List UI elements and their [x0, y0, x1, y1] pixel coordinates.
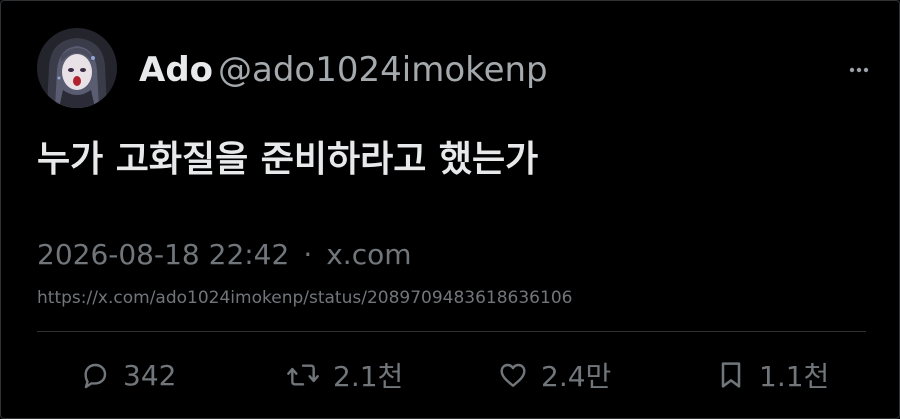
author-handle[interactable]: @ado1024imokenp — [218, 48, 548, 92]
repost-icon — [287, 364, 319, 386]
bookmark-count: 1.1천 — [759, 360, 830, 393]
post-timestamp[interactable]: 2026-08-18 22:42 — [37, 238, 289, 271]
more-options-button[interactable] — [847, 61, 871, 79]
reply-icon — [84, 363, 107, 389]
bookmark-button[interactable]: 1.1천 — [715, 353, 829, 397]
repost-button[interactable]: 2.1천 — [285, 353, 403, 397]
post-url[interactable]: https://x.com/ado1024imokenp/status/2089… — [37, 287, 572, 309]
more-horizontal-icon — [849, 67, 869, 73]
heart-icon — [500, 363, 526, 387]
avatar[interactable] — [37, 28, 117, 108]
divider — [37, 331, 866, 332]
post-text: 누가 고화질을 준비하라고 했는가 — [37, 139, 539, 180]
like-button[interactable]: 2.4만 — [497, 353, 611, 397]
post-meta: 2026-08-18 22:42 · x.com — [37, 235, 412, 275]
like-count: 2.4만 — [541, 360, 612, 393]
author-name[interactable]: Ado — [139, 48, 213, 92]
bookmark-icon — [721, 362, 741, 388]
avatar-illustration — [37, 28, 117, 108]
repost-count: 2.1천 — [333, 360, 404, 393]
reply-count: 342 — [123, 358, 177, 392]
reply-button[interactable]: 342 — [79, 353, 176, 397]
post-source[interactable]: x.com — [326, 238, 411, 271]
post-card: Ado @ado1024imokenp 누가 고화질을 준비하라고 했는가 20… — [0, 0, 900, 419]
meta-separator: · — [303, 238, 313, 271]
